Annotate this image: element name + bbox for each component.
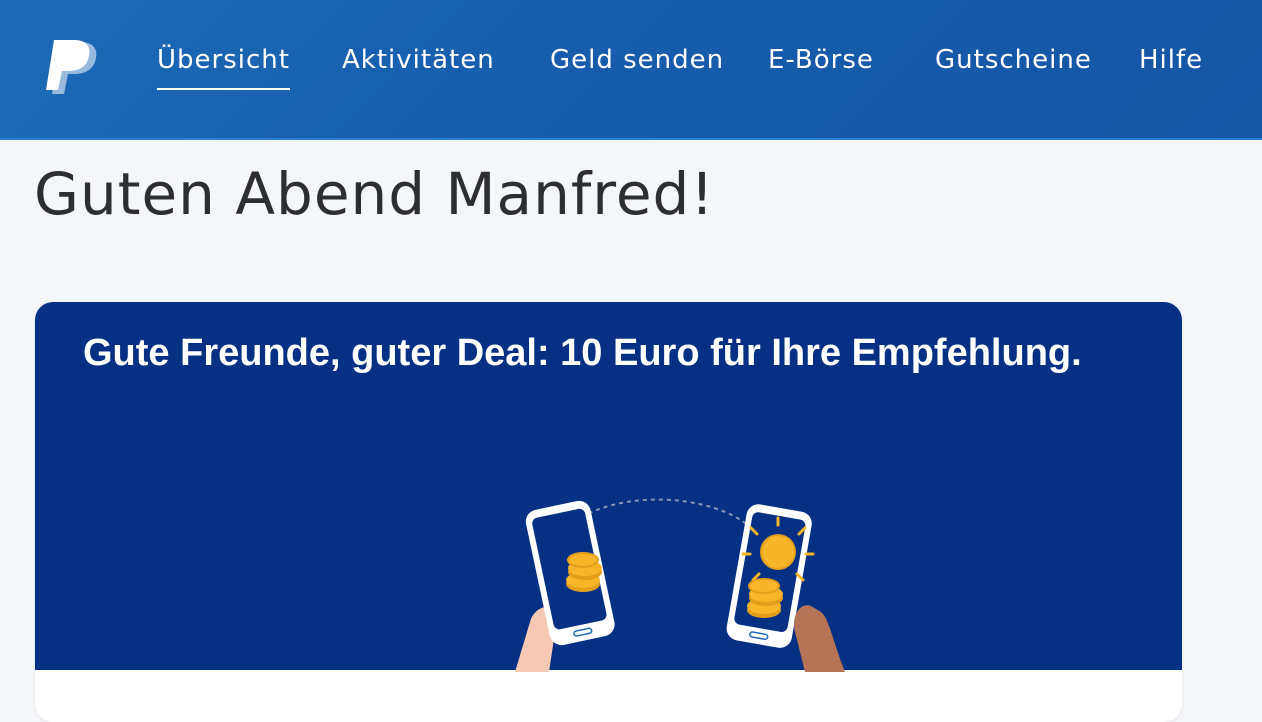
two-phones-coins-illustration	[515, 498, 845, 672]
nav-item-help[interactable]: Hilfe	[1139, 42, 1203, 82]
referral-promo-card[interactable]: Gute Freunde, guter Deal: 10 Euro für Ih…	[35, 302, 1182, 722]
nav-item-vouchers[interactable]: Gutscheine	[935, 42, 1092, 82]
top-navigation-bar: Übersicht Aktivitäten Geld senden E-Börs…	[0, 0, 1262, 140]
paypal-logo-icon[interactable]	[46, 38, 100, 98]
nav-item-e-wallet[interactable]: E-Börse	[768, 42, 874, 82]
greeting-heading: Guten Abend Manfred!	[34, 160, 715, 228]
promo-title[interactable]: Gute Freunde, guter Deal: 10 Euro für Ih…	[83, 332, 1082, 375]
nav-item-send-money[interactable]: Geld senden	[550, 42, 724, 82]
nav-item-overview[interactable]: Übersicht	[157, 42, 290, 90]
promo-banner: Gute Freunde, guter Deal: 10 Euro für Ih…	[35, 302, 1182, 672]
nav-item-activities[interactable]: Aktivitäten	[342, 42, 495, 82]
